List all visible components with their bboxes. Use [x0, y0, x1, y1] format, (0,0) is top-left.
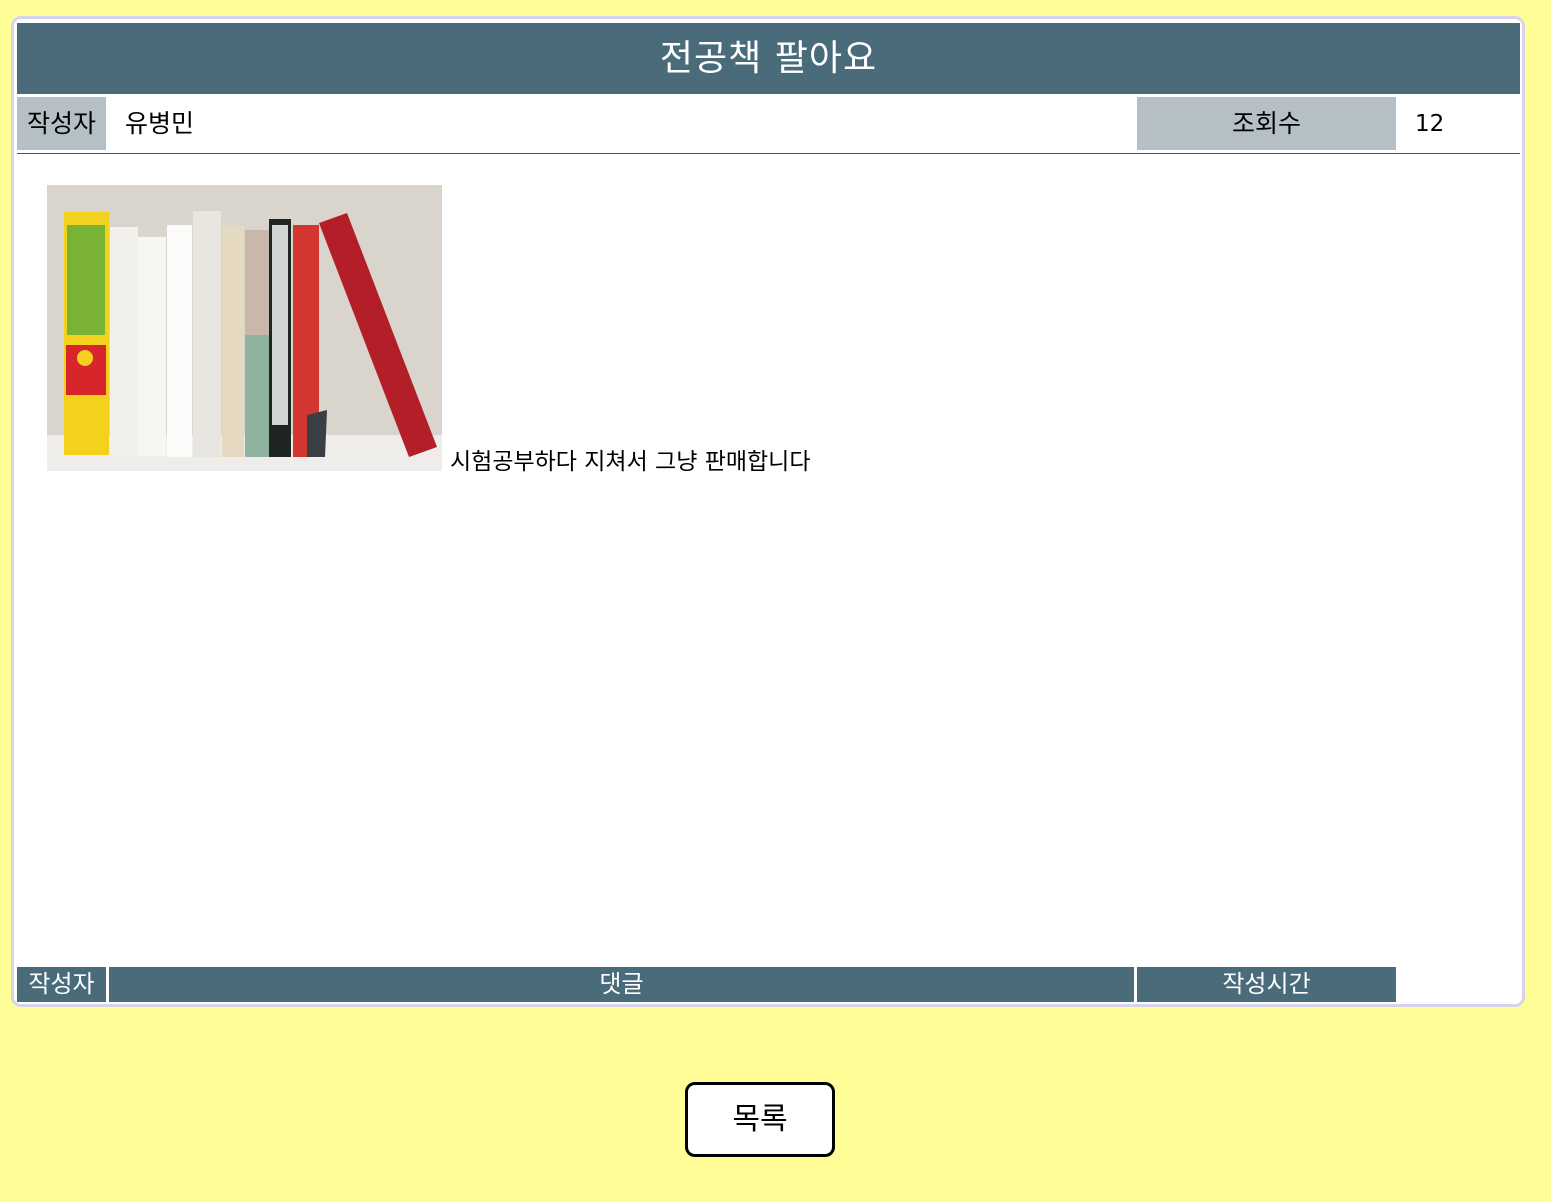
comment-text-header: 댓글 [109, 967, 1134, 1002]
info-divider [17, 153, 1520, 154]
post-info-row: 작성자 유병민 조회수 12 [17, 97, 1520, 150]
comment-author-header: 작성자 [17, 967, 106, 1002]
views-label: 조회수 [1137, 97, 1396, 150]
post-image-books [47, 185, 442, 471]
list-button[interactable]: 목록 [685, 1082, 835, 1157]
author-label: 작성자 [17, 97, 106, 150]
post-body-text: 시험공부하다 지쳐서 그냥 판매합니다 [450, 449, 811, 475]
comment-table-header: 작성자 댓글 작성시간 [17, 967, 1520, 1002]
comment-time-header: 작성시간 [1137, 967, 1396, 1002]
post-title: 전공책 팔아요 [17, 23, 1520, 94]
author-value: 유병민 [125, 109, 195, 138]
post-panel: 전공책 팔아요 작성자 유병민 조회수 12 시험공부하다 지쳐서 그냥 판매합… [11, 16, 1525, 1007]
views-value: 12 [1415, 111, 1445, 137]
books-on-shelf-image [47, 185, 442, 471]
